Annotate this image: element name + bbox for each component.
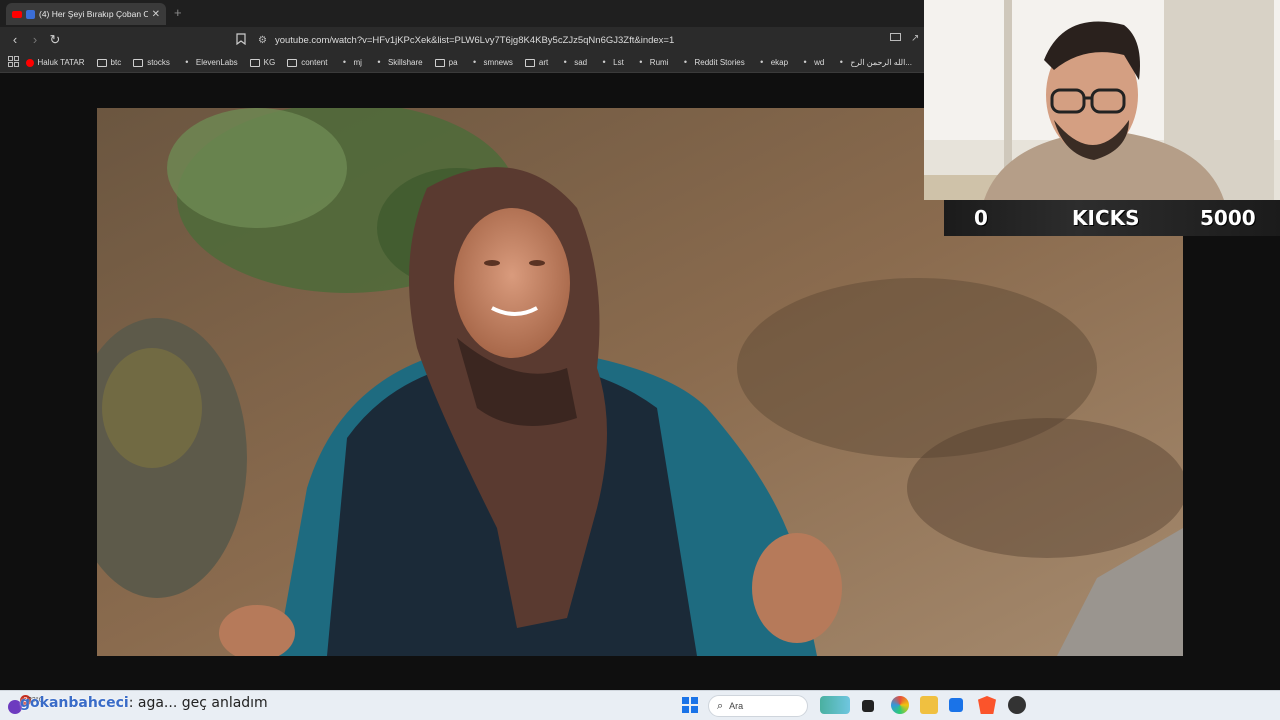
search-icon: ⌕ [717,699,724,712]
kicks-right-count: 5000 [1200,206,1256,230]
bookmark-item[interactable]: • wd [800,57,825,68]
forward-button[interactable]: › [27,32,43,47]
skillshare-icon: • [377,57,381,67]
globe-icon: • [639,57,643,67]
kicks-left-count: 0 [974,206,988,230]
reload-button[interactable]: ↻ [47,32,63,48]
search-placeholder: Ara [729,701,744,711]
bookmark-item[interactable]: content [287,58,327,67]
browser-tab-bar: (4) Her Şeyi Bırakıp Çoban Ol... ✕ + [0,0,924,27]
bookmark-item[interactable]: Haluk TATAR [25,58,85,67]
bookmark-label: content [301,58,328,67]
bookmark-item[interactable]: • Skillshare [374,57,423,68]
bookmark-item[interactable]: • mj [339,57,362,68]
address-toolbar: ‹ › ↻ ⚙ youtube.com/watch?v=HFv1jKPcXek&… [0,27,924,53]
folder-icon [287,58,298,67]
bookmark-label: pa [448,58,458,67]
bookmark-label: Lst [613,58,624,67]
apps-grid-icon[interactable] [8,55,26,70]
bookmark-label: sad [574,58,588,67]
tab-title: (4) Her Şeyi Bırakıp Çoban Ol... [39,9,148,19]
bookmark-item[interactable]: pa [434,58,458,67]
bookmark-label: ElevenLabs [195,58,238,67]
windows-start-icon[interactable] [682,697,698,713]
bookmark-label: Rumi [649,58,669,67]
cast-icon[interactable] [890,33,901,45]
folder-icon [249,58,260,67]
bookmark-label: Reddit Stories [694,58,745,67]
file-explorer-icon[interactable] [920,696,938,714]
bookmark-label: ekap [770,58,789,67]
bookmark-item[interactable]: • Reddit Stories [680,57,745,68]
chat-username: gokanbahceci [20,695,129,711]
bookmark-item[interactable]: KG [249,58,276,67]
pen-icon: • [760,57,764,67]
slash-icon: • [563,57,567,67]
share-icon[interactable]: ↗ [911,33,919,44]
w-icon: • [803,57,807,67]
s-icon: • [602,57,606,67]
book-icon: • [839,57,843,67]
bookmark-item[interactable]: • Rumi [636,57,669,68]
bookmarks-bar: Haluk TATAR btc stocks • ElevenLabs KG content… [0,53,924,73]
bookmark-item[interactable]: stocks [133,58,170,67]
d-icon: • [683,57,688,67]
browser-tab-active[interactable]: (4) Her Şeyi Bırakıp Çoban Ol... ✕ [6,3,166,25]
taskbar-search[interactable]: ⌕ Ara [708,695,808,717]
bookmark-item[interactable]: • sad [560,57,588,68]
elevenlabs-icon: • [185,57,189,67]
bookmark-label: wd [814,58,825,67]
github-icon: • [342,57,347,67]
task-view-icon[interactable] [862,700,874,712]
bookmark-label: mj [353,58,362,67]
kicks-counter-bar: 0 KICKS 5000 [944,200,1280,236]
url-text: youtube.com/watch?v=HFv1jKPcXek&list=PLW… [274,34,675,46]
youtube-icon [25,58,34,67]
chat-text: : aga... geç anladım [128,695,268,711]
folder-icon [524,58,535,67]
bookmark-item[interactable]: btc [96,58,122,67]
bookmark-label: art [538,58,549,67]
copilot-icon[interactable] [891,696,909,714]
bookmark-label: الله الرحمن الرح... [850,58,912,67]
bookmark-label: btc [110,58,122,67]
kicks-label: KICKS [1072,206,1140,230]
brave-browser-icon[interactable] [978,696,996,714]
url-bar[interactable]: ⚙ youtube.com/watch?v=HFv1jKPcXek&list=P… [258,30,898,50]
snipping-tool-icon[interactable] [949,698,963,712]
widget-app-icon[interactable] [820,696,850,714]
obs-icon[interactable] [1008,696,1026,714]
screen: (4) Her Şeyi Bırakıp Çoban Ol... ✕ + ‹ ›… [0,0,1280,720]
folder-icon [434,58,445,67]
webcam-overlay [924,0,1280,200]
bookmark-label: KG [263,58,276,67]
bookmark-item[interactable]: • smnews [470,57,513,68]
close-tab-icon[interactable]: ✕ [152,9,160,20]
bookmark-item[interactable]: • الله الرحمن الرح... [836,57,912,68]
bookmark-item[interactable]: • ekap [757,57,789,68]
bookmark-label: stocks [147,58,170,67]
bookmark-item[interactable]: • ElevenLabs [182,57,238,68]
stream-chat-message: gokanbahceci: aga... geç anladım [20,695,268,711]
taskbar: 3 23°C gokanbahceci: aga... geç anladım … [0,690,1280,720]
folder-icon [133,58,144,67]
back-button[interactable]: ‹ [7,32,23,47]
bookmark-label: Haluk TATAR [37,58,85,67]
youtube-icon [12,10,22,18]
smile-icon: • [472,57,477,67]
bookmark-item[interactable]: art [524,58,549,67]
site-settings-icon[interactable]: ⚙ [258,35,267,46]
bookmark-item[interactable]: • Lst [599,57,624,68]
folder-icon [96,58,107,67]
bookmark-label: smnews [483,58,513,67]
bookmark-icon[interactable] [236,33,246,48]
new-tab-button[interactable]: + [174,5,182,20]
tab-group-icon [26,9,35,19]
bookmark-label: Skillshare [387,58,423,67]
